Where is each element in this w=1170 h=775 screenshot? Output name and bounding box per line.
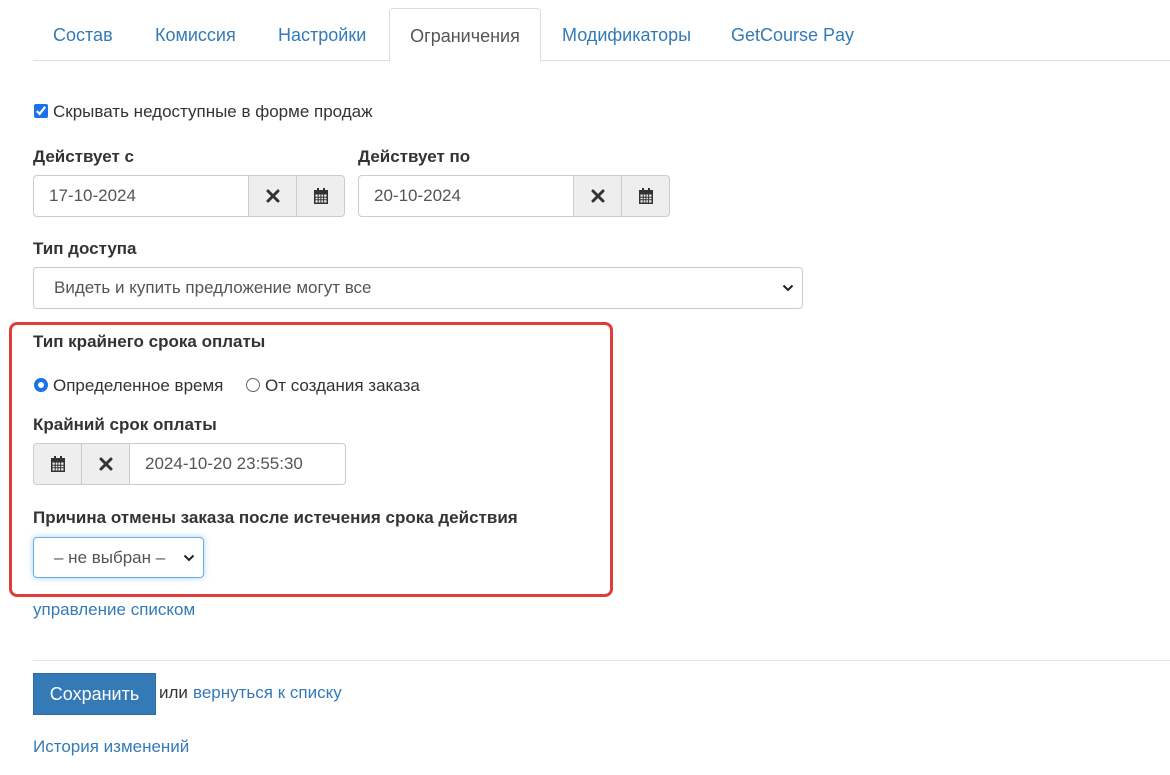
deadline-type-fixed-label: Определенное время (53, 376, 224, 395)
divider (33, 660, 1170, 661)
valid-to-input[interactable]: 20-10-2024 (358, 175, 574, 217)
tab-modifiers[interactable]: Модификаторы (562, 8, 691, 60)
valid-to-calendar-button[interactable] (621, 175, 670, 217)
access-type-select[interactable]: Видеть и купить предложение могут все (33, 267, 803, 309)
manage-list-link[interactable]: управление списком (33, 600, 195, 620)
tab-settings[interactable]: Настройки (278, 8, 366, 60)
deadline-label: Крайний срок оплаты (33, 415, 217, 434)
tab-commission[interactable]: Комиссия (155, 8, 236, 60)
tab-restrictions[interactable]: Ограничения (389, 8, 541, 62)
chevron-down-icon (782, 268, 794, 308)
access-type-value: Видеть и купить предложение могут все (54, 278, 372, 297)
cancel-reason-label: Причина отмены заказа после истечения ср… (33, 508, 518, 527)
or-text: или (159, 683, 188, 702)
deadline-type-label: Тип крайнего срока оплаты (33, 332, 266, 351)
tab-bar: Состав Комиссия Настройки Ограничения Мо… (33, 8, 1170, 62)
change-history-link[interactable]: История изменений (33, 737, 189, 757)
valid-to-clear-button[interactable] (573, 175, 622, 217)
chevron-down-icon (183, 538, 195, 577)
times-icon (266, 189, 280, 203)
valid-from-clear-button[interactable] (248, 175, 297, 217)
back-to-list-link[interactable]: вернуться к списку (193, 683, 342, 703)
valid-from-input[interactable]: 17-10-2024 (33, 175, 249, 217)
hide-unavailable-label: Скрывать недоступные в форме продаж (53, 102, 373, 121)
calendar-icon (50, 455, 66, 473)
cancel-reason-value: – не выбран – (54, 548, 166, 567)
deadline-calendar-button[interactable] (33, 443, 82, 485)
cancel-reason-select[interactable]: – не выбран – (33, 537, 204, 578)
deadline-type-from-order-label: От создания заказа (265, 376, 420, 395)
valid-from-label: Действует с (33, 147, 134, 166)
deadline-input[interactable]: 2024-10-20 23:55:30 (129, 443, 346, 485)
calendar-icon (313, 187, 329, 205)
deadline-clear-button[interactable] (81, 443, 130, 485)
deadline-type-from-order-radio[interactable] (246, 378, 260, 392)
times-icon (99, 457, 113, 471)
valid-from-calendar-button[interactable] (296, 175, 345, 217)
hide-unavailable-checkbox[interactable] (34, 104, 48, 118)
calendar-icon (638, 187, 654, 205)
access-type-label: Тип доступа (33, 239, 137, 258)
valid-to-label: Действует по (358, 147, 471, 166)
save-button[interactable]: Сохранить (33, 673, 156, 715)
tab-getcourse-pay[interactable]: GetCourse Pay (731, 8, 854, 60)
tab-sostav[interactable]: Состав (53, 8, 113, 60)
times-icon (591, 189, 605, 203)
deadline-type-fixed-radio[interactable] (34, 378, 48, 392)
